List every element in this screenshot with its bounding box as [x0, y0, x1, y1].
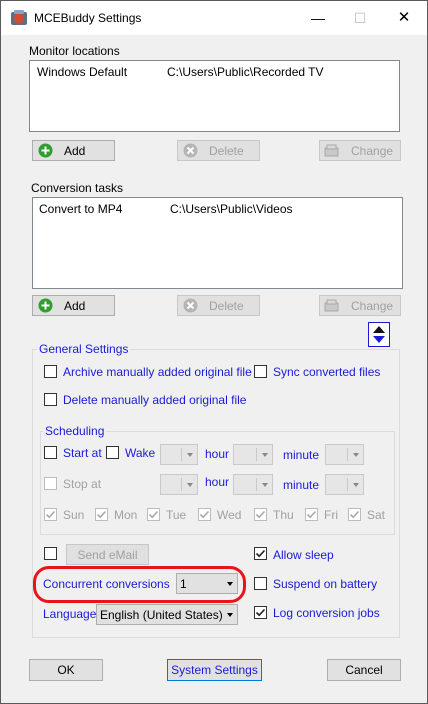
start-ampm-select[interactable]	[233, 444, 273, 465]
scheduling-title: Scheduling	[43, 424, 107, 438]
window-title: MCEBuddy Settings	[34, 11, 142, 25]
allow-sleep-checkbox[interactable]	[254, 547, 267, 560]
check-icon	[148, 510, 159, 519]
delete-icon	[183, 298, 198, 313]
conversion-add-label: Add	[64, 298, 86, 313]
conversion-change-label: Change	[351, 298, 394, 313]
check-icon	[349, 510, 360, 519]
move-up-down-button[interactable]	[368, 322, 390, 347]
stop-minute-select[interactable]	[325, 474, 364, 495]
check-icon	[255, 549, 266, 558]
day-fri-label: Fri	[324, 508, 338, 522]
stop-hour-select[interactable]	[160, 474, 198, 495]
delete-icon	[183, 143, 198, 158]
language-value: English (United States)	[100, 608, 223, 622]
day-sat-checkbox[interactable]	[348, 508, 361, 521]
stop-ampm-select[interactable]	[233, 474, 273, 495]
send-email-checkbox[interactable]	[44, 547, 57, 560]
monitor-locations-list[interactable]: Windows Default C:\Users\Public\Recorded…	[29, 60, 400, 132]
monitor-add-label: Add	[64, 143, 86, 158]
monitor-row-name[interactable]: Windows Default	[37, 65, 127, 79]
conversion-add-button[interactable]: Add	[32, 295, 115, 316]
check-icon	[199, 510, 210, 519]
change-icon	[324, 144, 339, 157]
allow-sleep-label: Allow sleep	[273, 548, 334, 562]
language-label: Language	[43, 607, 97, 621]
day-tue-checkbox[interactable]	[147, 508, 160, 521]
log-jobs-label: Log conversion jobs	[273, 606, 380, 620]
day-mon-label: Mon	[114, 508, 138, 522]
check-icon	[96, 510, 107, 519]
cancel-button[interactable]: Cancel	[327, 659, 401, 681]
conversion-row-path[interactable]: C:\Users\Public\Videos	[170, 202, 293, 216]
red-highlight-annotation	[33, 566, 246, 603]
start-hour-select[interactable]	[160, 444, 198, 465]
day-wed-checkbox[interactable]	[198, 508, 211, 521]
send-email-button[interactable]: Send eMail	[66, 544, 149, 565]
monitor-change-label: Change	[351, 143, 394, 158]
system-settings-button[interactable]: System Settings	[167, 659, 262, 681]
add-icon	[38, 298, 53, 313]
check-icon	[45, 510, 56, 519]
stop-minute-label: minute	[283, 478, 320, 492]
day-thu-checkbox[interactable]	[254, 508, 267, 521]
check-icon	[306, 510, 317, 519]
monitor-locations-heading: Monitor locations	[29, 44, 120, 58]
settings-window: MCEBuddy Settings — ☐ ✕ Monitor location…	[0, 0, 428, 704]
conversion-row-name[interactable]: Convert to MP4	[39, 202, 122, 216]
day-wed-label: Wed	[217, 508, 242, 522]
start-at-checkbox[interactable]	[44, 446, 57, 459]
mcebuddy-app-icon	[11, 10, 27, 25]
close-button[interactable]: ✕	[392, 7, 416, 29]
maximize-button[interactable]: ☐	[348, 7, 372, 29]
check-icon	[255, 608, 266, 617]
wake-label: Wake	[125, 446, 156, 460]
log-jobs-checkbox[interactable]	[254, 606, 267, 619]
minimize-button[interactable]: —	[306, 7, 330, 29]
general-settings-title: General Settings	[37, 342, 131, 356]
start-minute-label: minute	[283, 448, 320, 462]
start-at-label: Start at	[63, 446, 102, 460]
monitor-row-path[interactable]: C:\Users\Public\Recorded TV	[167, 65, 324, 79]
up-down-arrows-icon	[373, 326, 385, 343]
monitor-delete-label: Delete	[209, 143, 244, 158]
suspend-battery-label: Suspend on battery	[273, 577, 378, 591]
stop-at-label: Stop at	[63, 477, 102, 491]
day-mon-checkbox[interactable]	[95, 508, 108, 521]
conversion-change-button[interactable]: Change	[319, 295, 401, 316]
day-sun-label: Sun	[63, 508, 85, 522]
add-icon	[38, 143, 53, 158]
archive-label: Archive manually added original file	[63, 365, 252, 379]
day-thu-label: Thu	[273, 508, 294, 522]
suspend-battery-checkbox[interactable]	[254, 577, 267, 590]
day-fri-checkbox[interactable]	[305, 508, 318, 521]
day-sun-checkbox[interactable]	[44, 508, 57, 521]
sync-checkbox[interactable]	[254, 365, 267, 378]
conversion-tasks-heading: Conversion tasks	[31, 181, 124, 195]
day-sat-label: Sat	[367, 508, 386, 522]
stop-hour-label: hour	[205, 475, 230, 489]
monitor-add-button[interactable]: Add	[32, 140, 115, 161]
start-hour-label: hour	[205, 447, 230, 461]
day-tue-label: Tue	[166, 508, 187, 522]
monitor-delete-button[interactable]: Delete	[177, 140, 260, 161]
start-minute-select[interactable]	[325, 444, 364, 465]
conversion-delete-button[interactable]: Delete	[177, 295, 260, 316]
archive-checkbox[interactable]	[44, 365, 57, 378]
conversion-tasks-list[interactable]: Convert to MP4 C:\Users\Public\Videos	[32, 197, 403, 289]
ok-button[interactable]: OK	[29, 659, 103, 681]
wake-checkbox[interactable]	[106, 446, 119, 459]
sync-label: Sync converted files	[273, 365, 381, 379]
title-bar: MCEBuddy Settings — ☐ ✕	[1, 1, 427, 35]
delete-original-label: Delete manually added original file	[63, 393, 247, 407]
stop-at-checkbox[interactable]	[44, 477, 57, 490]
delete-original-checkbox[interactable]	[44, 393, 57, 406]
language-select[interactable]: English (United States)	[96, 604, 238, 625]
change-icon	[324, 299, 339, 312]
check-icon	[255, 510, 266, 519]
monitor-change-button[interactable]: Change	[319, 140, 401, 161]
conversion-delete-label: Delete	[209, 298, 244, 313]
